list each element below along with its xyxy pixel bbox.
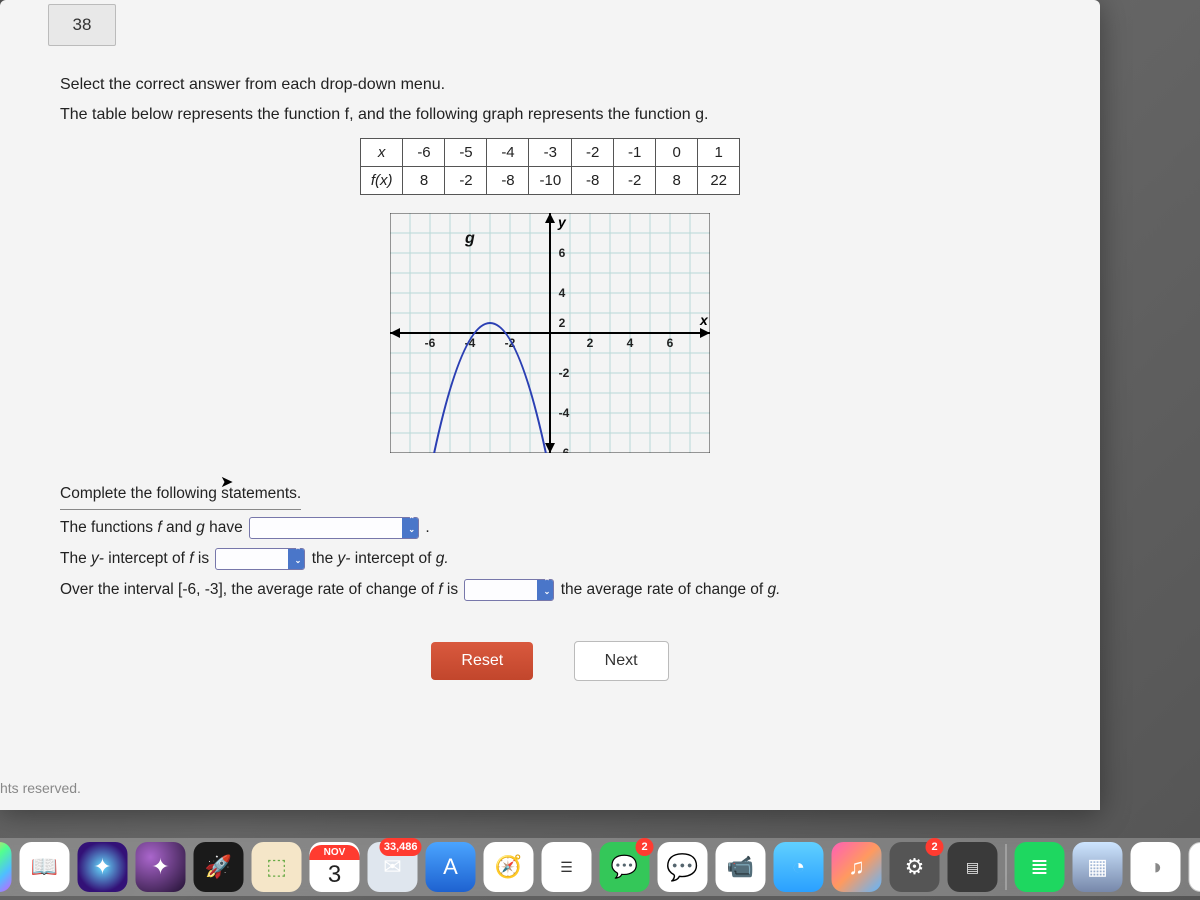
dock-messages-icon[interactable]: 💬 2 [600,842,650,892]
svg-text:6: 6 [667,336,674,350]
dock-app-icon[interactable]: ✦ [78,842,128,892]
calendar-day: 3 [328,860,341,890]
question-number: 38 [48,4,116,46]
table-cell: -3 [529,139,572,167]
s3-text: the average rate of change of [561,581,768,598]
table-cell: -6 [403,139,445,167]
statements-heading: Complete the following statements. [60,478,301,510]
s3-text: is [447,581,463,598]
graph-container: -6 -4 -2 2 4 6 6 4 2 -2 -4 -6 y x g [60,213,1040,458]
dock-facetime-icon[interactable]: 📹 [716,842,766,892]
svg-text:-2: -2 [559,366,570,380]
dropdown-3[interactable] [464,579,554,601]
svg-text:-4: -4 [559,406,570,420]
footer-rights: hts reserved. [0,780,81,796]
messages-badge: 2 [636,838,654,856]
dropdown-2[interactable] [215,548,305,570]
dock-reminders-icon[interactable]: ☰ [542,842,592,892]
s2-g: g. [436,550,449,567]
dock-safari-icon[interactable]: 🧭 [484,842,534,892]
graph-svg: -6 -4 -2 2 4 6 6 4 2 -2 -4 -6 y x g [390,213,710,453]
s2-f: f [189,550,198,567]
table-cell: 8 [403,167,445,195]
dock-dictionary-icon[interactable]: 📖 [20,842,70,892]
table-cell: -4 [487,139,529,167]
table-cell: -5 [445,139,487,167]
dock-app-icon[interactable]: ◑ [1131,842,1181,892]
svg-text:2: 2 [559,316,566,330]
question-content: Select the correct answer from each drop… [0,46,1100,699]
dock-spotify-icon[interactable]: ≣ [1015,842,1065,892]
dock-mail-icon[interactable]: ✉ 33,486 [368,842,418,892]
dock-app-icon[interactable]: ▤ [948,842,998,892]
table-fx-label: f(x) [360,167,403,195]
dropdown-1[interactable] [249,517,419,539]
dock-app-icon[interactable]: ✦ [136,842,186,892]
svg-text:2: 2 [587,336,594,350]
s1-text: have [209,519,247,536]
table-cell: -2 [572,139,614,167]
instruction-text: Select the correct answer from each drop… [60,76,1040,94]
table-cell: -8 [572,167,614,195]
s1-text: The functions [60,519,157,536]
dock-app-icon[interactable]: ▦ [1073,842,1123,892]
s2-text: is [198,550,214,567]
dock-app-icon[interactable]: ⬚ [252,842,302,892]
calendar-month: NOV [310,845,360,860]
x-axis-label: x [699,312,709,328]
svg-text:6: 6 [559,246,566,260]
s2-text: the [312,550,338,567]
mouse-cursor-icon: ➤ [220,472,233,492]
table-x-label: x [360,139,403,167]
table-cell: 22 [698,167,740,195]
svg-text:-6: -6 [425,336,436,350]
button-row: Reset Next [60,641,1040,681]
s3-f: f [438,581,447,598]
reset-button[interactable]: Reset [431,642,533,680]
dock-messages2-icon[interactable]: 💬 [658,842,708,892]
s2-text: intercept of [108,550,189,567]
table-cell: 8 [656,167,698,195]
dock-trash-icon[interactable] [1189,842,1200,892]
table-cell: -2 [445,167,487,195]
table-cell: -2 [614,167,656,195]
statements-block: Complete the following statements. The f… [60,478,1040,605]
dock-appstore-icon[interactable]: A [426,842,476,892]
dock-separator [1006,844,1007,890]
s3-g: g. [768,581,781,598]
s2-y2: y- [338,550,351,567]
next-button[interactable]: Next [574,641,669,681]
s1-g: g [196,519,209,536]
s3-text: Over the interval [-6, -3], the average … [60,581,438,598]
dock-itunes-icon[interactable]: ♫ [832,842,882,892]
s1-text: and [166,519,196,536]
dock-preferences-icon[interactable]: ⚙ 2 [890,842,940,892]
svg-text:4: 4 [559,286,566,300]
s1-text: . [425,519,429,536]
mail-badge: 33,486 [380,838,422,856]
macos-dock: ✿ 📖 ✦ ✦ 🚀 ⬚ NOV 3 ✉ 33,486 A 🧭 ☰ 💬 2 💬 📹… [0,838,1200,896]
table-cell: 1 [698,139,740,167]
function-table: x -6 -5 -4 -3 -2 -1 0 1 f(x) 8 -2 -8 -10… [360,138,740,195]
dock-calendar-icon[interactable]: NOV 3 [310,842,360,892]
table-cell: -10 [529,167,572,195]
table-cell: -1 [614,139,656,167]
svg-text:-6: -6 [559,446,570,453]
y-axis-label: y [557,214,567,230]
s2-text: The [60,550,91,567]
series-label-g: g [464,230,475,247]
dock-app-icon[interactable]: ◔ [774,842,824,892]
s2-y: y- [91,550,104,567]
table-cell: 0 [656,139,698,167]
table-cell: -8 [487,167,529,195]
svg-text:4: 4 [627,336,634,350]
dock-launchpad-icon[interactable]: 🚀 [194,842,244,892]
question-window: 38 Select the correct answer from each d… [0,0,1100,810]
s2-text: intercept of [355,550,436,567]
s1-f: f [157,519,166,536]
prefs-badge: 2 [926,838,944,856]
intro-text: The table below represents the function … [60,106,1040,124]
dock-photos-icon[interactable]: ✿ [0,842,12,892]
